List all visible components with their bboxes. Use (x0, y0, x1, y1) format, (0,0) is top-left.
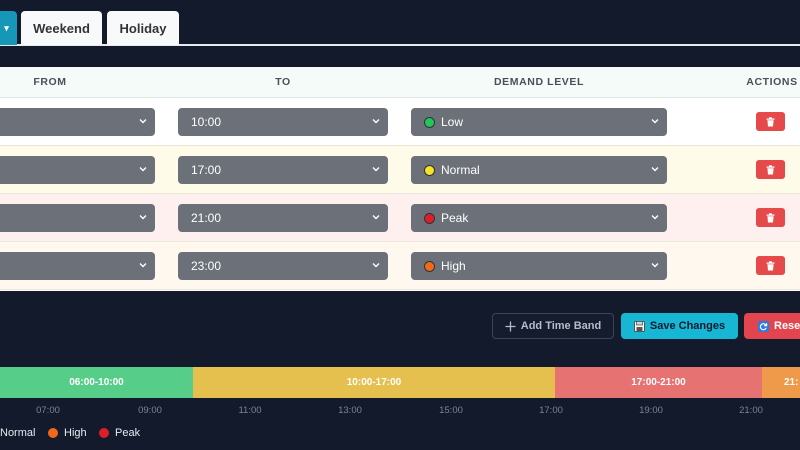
tab-label: Weekend (33, 20, 90, 36)
chevron-down-icon (370, 259, 382, 271)
to-time-value: 10:00 (191, 115, 222, 129)
tab-label: Holiday (119, 20, 167, 36)
time-band-table: FROM TO DEMAND LEVEL ACTIONS 10:00 Low 17:… (0, 67, 800, 291)
column-header-actions: ACTIONS (746, 76, 798, 88)
plus-icon (505, 321, 516, 332)
column-header-to: TO (275, 76, 291, 88)
timeline-segment: 10:00-17:00 (193, 367, 555, 398)
timeline-tick-label: 13:00 (338, 405, 362, 416)
chevron-down-icon (370, 115, 382, 127)
add-time-band-label: Add Time Band (520, 320, 602, 332)
delete-row-button[interactable] (756, 208, 785, 227)
schedule-tabs: ▾ Weekend Holiday (0, 0, 800, 46)
to-time-value: 17:00 (191, 163, 222, 177)
chevron-down-icon (370, 211, 382, 223)
chevron-down-icon (649, 115, 661, 127)
demand-level-dot (424, 212, 435, 224)
save-changes-button[interactable]: Save Changes (621, 313, 738, 339)
demand-timeline: 06:00-10:00 10:00-17:00 17:00-21:00 21: (0, 367, 800, 398)
chevron-down-icon (137, 163, 149, 175)
reset-label: Rese (774, 320, 800, 332)
delete-row-button[interactable] (756, 256, 785, 275)
demand-level-value: Normal (441, 163, 480, 177)
chevron-down-icon (137, 211, 149, 223)
timeline-tick-label: 09:00 (138, 405, 162, 416)
legend-item-normal: Normal (0, 426, 35, 440)
to-time-select[interactable]: 21:00 (178, 204, 388, 232)
timeline-segment: 17:00-21:00 (555, 367, 762, 398)
tab-holiday[interactable]: Holiday (107, 11, 179, 45)
demand-level-select[interactable]: Normal (411, 156, 667, 184)
column-header-from: FROM (33, 76, 67, 88)
from-time-select[interactable] (0, 156, 155, 184)
to-time-value: 23:00 (191, 259, 222, 273)
table-header: FROM TO DEMAND LEVEL ACTIONS (0, 67, 800, 98)
demand-level-dot (424, 260, 435, 272)
timeline-tick-label: 19:00 (639, 405, 663, 416)
trash-icon (766, 116, 775, 127)
demand-level-select[interactable]: Peak (411, 204, 667, 232)
chevron-down-icon (649, 163, 661, 175)
legend-dot (48, 428, 58, 438)
demand-level-select[interactable]: Low (411, 108, 667, 136)
floppy-disk-icon (633, 320, 645, 332)
trash-icon (766, 164, 775, 175)
reset-button[interactable]: Rese (744, 313, 800, 339)
chevron-down-icon (649, 259, 661, 271)
save-changes-label: Save Changes (649, 320, 726, 332)
legend-item-high: High (48, 426, 87, 440)
demand-level-value: High (441, 259, 466, 273)
to-time-select[interactable]: 17:00 (178, 156, 388, 184)
delete-row-button[interactable] (756, 160, 785, 179)
demand-level-dot (424, 116, 435, 128)
chevron-down-icon (649, 211, 661, 223)
timeline-tick-label: 07:00 (36, 405, 60, 416)
delete-row-button[interactable] (756, 112, 785, 131)
chevron-down-icon: ▾ (4, 22, 9, 33)
demand-level-select[interactable]: High (411, 252, 667, 280)
chevron-down-icon (137, 115, 149, 127)
trash-icon (766, 212, 775, 223)
from-time-select[interactable] (0, 108, 155, 136)
table-row: 21:00 Peak (0, 194, 800, 242)
demand-level-value: Low (441, 115, 464, 129)
tab-weekend[interactable]: Weekend (21, 11, 102, 45)
timeline-tick-label: 17:00 (539, 405, 563, 416)
legend-label: Normal (0, 427, 36, 439)
trash-icon (766, 260, 775, 271)
timeline-segment: 06:00-10:00 (0, 367, 193, 398)
to-time-select[interactable]: 10:00 (178, 108, 388, 136)
table-row: 10:00 Low (0, 98, 800, 146)
add-time-band-button[interactable]: Add Time Band (492, 313, 614, 339)
legend-item-peak: Peak (99, 426, 140, 440)
refresh-icon (758, 320, 769, 332)
timeline-tick-label: 11:00 (238, 405, 262, 416)
demand-level-dot (424, 164, 435, 176)
legend-dot (99, 428, 109, 438)
from-time-select[interactable] (0, 252, 155, 280)
tab-weekday[interactable]: ▾ (0, 11, 17, 45)
legend-label: High (64, 427, 87, 439)
from-time-select[interactable] (0, 204, 155, 232)
to-time-value: 21:00 (191, 211, 222, 225)
legend-label: Peak (115, 427, 141, 439)
to-time-select[interactable]: 23:00 (178, 252, 388, 280)
table-row: 17:00 Normal (0, 146, 800, 194)
demand-level-value: Peak (441, 211, 469, 225)
timeline-tick-label: 15:00 (439, 405, 463, 416)
column-header-demand-level: DEMAND LEVEL (493, 76, 585, 88)
table-row: 23:00 High (0, 242, 800, 290)
chevron-down-icon (137, 259, 149, 271)
timeline-tick-label: 21:00 (739, 405, 763, 416)
chevron-down-icon (370, 163, 382, 175)
timeline-segment: 21: (762, 367, 800, 398)
